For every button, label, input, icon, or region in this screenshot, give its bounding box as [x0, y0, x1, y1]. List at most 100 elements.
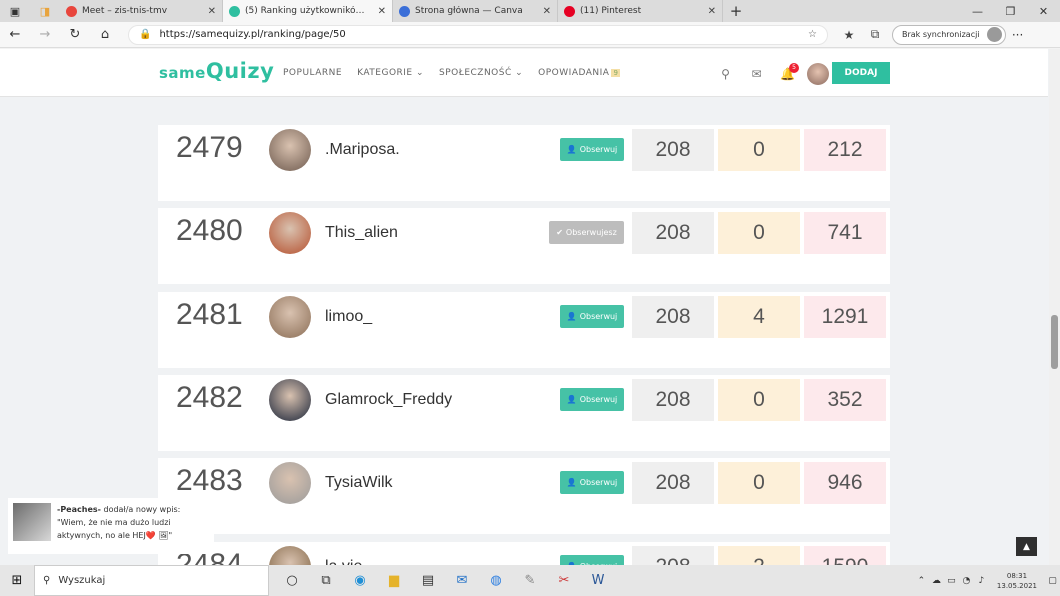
scroll-to-top-button[interactable]: ▲: [1016, 537, 1037, 556]
logo-prefix: same: [159, 64, 206, 82]
user-avatar[interactable]: [269, 379, 311, 421]
close-window-button[interactable]: ✕: [1027, 5, 1060, 18]
scrollbar-thumb[interactable]: [1051, 315, 1058, 369]
home-button[interactable]: ⌂: [90, 27, 120, 42]
username-link[interactable]: limoo_: [325, 308, 372, 326]
main-menu: POPULARNE KATEGORIE ⌄ SPOŁECZNOŚĆ ⌄ OPOWIAD…: [283, 68, 621, 78]
tab-close-icon[interactable]: ✕: [208, 6, 216, 17]
tray-chevron-icon[interactable]: ⌃: [914, 576, 929, 586]
back-button[interactable]: ←: [0, 27, 30, 42]
chrome-icon[interactable]: ◍: [479, 573, 513, 588]
stat-points: 1590: [804, 546, 886, 565]
browser-tab[interactable]: Meet – zis-tnis-tmv ✕: [60, 0, 223, 22]
battery-icon[interactable]: ▭: [944, 576, 959, 586]
site-header: sameQuizy POPULARNE KATEGORIE ⌄ SPOŁECZNOŚ…: [0, 49, 1048, 97]
ranking-row: 2481 limoo_ 👤 Obserwuj 208 4 1291: [158, 292, 890, 368]
clock[interactable]: 08:31 13.05.2021: [997, 571, 1037, 591]
user-plus-icon: 👤: [566, 145, 577, 154]
user-avatar[interactable]: [269, 129, 311, 171]
forward-button[interactable]: →: [30, 27, 60, 42]
menu-item-label: OPOWIADANIA: [538, 68, 610, 78]
tab-actions-icon[interactable]: ▣: [0, 0, 30, 22]
ranking-row: 2479 .Mariposa. 👤 Obserwuj 208 0 212: [158, 125, 890, 201]
network-icon[interactable]: ◔: [959, 576, 974, 586]
collections-icon[interactable]: ⧉: [862, 27, 888, 42]
user-avatar[interactable]: [269, 212, 311, 254]
menu-item[interactable]: OPOWIADANIA 9: [538, 68, 621, 78]
follow-button[interactable]: 👤Obserwuj: [560, 388, 624, 411]
site-logo[interactable]: sameQuizy: [159, 59, 274, 83]
edge-icon[interactable]: ◉: [343, 573, 377, 588]
follow-label: Obserwuj: [579, 145, 618, 154]
username-link[interactable]: .Mariposa.: [325, 141, 400, 159]
follow-label: Obserwuj: [579, 312, 618, 321]
follow-button[interactable]: 👤Obserwuj: [560, 555, 624, 565]
sync-label: Brak synchronizacji: [902, 30, 980, 39]
follow-button[interactable]: 👤Obserwuj: [560, 305, 624, 328]
bell-icon[interactable]: 🔔 5: [772, 63, 803, 81]
tab-title: (5) Ranking użytkowników | stro: [245, 6, 372, 16]
username-link[interactable]: la vie: [325, 558, 362, 565]
stat-stories: 0: [718, 379, 800, 421]
action-center-icon[interactable]: ▢: [1045, 576, 1060, 586]
menu-item[interactable]: POPULARNE: [283, 68, 342, 78]
tab-close-icon[interactable]: ✕: [708, 6, 716, 17]
onedrive-icon[interactable]: ☁: [929, 576, 944, 586]
user-avatar[interactable]: [269, 296, 311, 338]
activity-notification[interactable]: -Peaches- dodał/a nowy wpis: "Wiem, że n…: [8, 498, 214, 554]
browser-tab[interactable]: Strona główna — Canva ✕: [393, 0, 558, 22]
menu-badge: 9: [611, 69, 621, 77]
follow-button[interactable]: ✔ Obserwujesz: [549, 221, 624, 244]
word-icon[interactable]: W: [581, 573, 615, 588]
minimize-button[interactable]: —: [961, 5, 994, 18]
page-scrollbar[interactable]: [1049, 49, 1060, 565]
maximize-button[interactable]: ❐: [994, 5, 1027, 18]
stat-quizzes: 208: [632, 296, 714, 338]
rank-number: 2479: [176, 131, 243, 164]
sync-button[interactable]: Brak synchronizacji: [892, 24, 1006, 45]
favorites-icon[interactable]: ★: [836, 28, 862, 42]
username-link[interactable]: This_alien: [325, 224, 398, 242]
snip-icon[interactable]: ✂: [547, 573, 581, 588]
system-tray: ⌃ ☁ ▭ ◔ ♪ 08:31 13.05.2021 ▢: [914, 571, 1060, 591]
file-explorer-icon[interactable]: ▆: [377, 573, 411, 588]
browser-tab[interactable]: (5) Ranking użytkowników | stro ✕: [223, 0, 393, 22]
user-avatar[interactable]: [269, 546, 311, 565]
tab-close-icon[interactable]: ✕: [543, 6, 551, 17]
collections-icon[interactable]: ◨: [30, 0, 60, 22]
follow-button[interactable]: 👤Obserwuj: [560, 138, 624, 161]
user-avatar[interactable]: [269, 462, 311, 504]
menu-item-label: SPOŁECZNOŚĆ ⌄: [439, 68, 524, 78]
stat-points: 946: [804, 462, 886, 504]
menu-item[interactable]: KATEGORIE ⌄: [357, 68, 424, 78]
paint-icon[interactable]: ✎: [513, 573, 547, 588]
task-view-icon[interactable]: ⧉: [309, 573, 343, 588]
new-tab-button[interactable]: +: [723, 2, 749, 20]
taskbar-search[interactable]: ⚲ Wyszukaj: [34, 565, 269, 596]
store-icon[interactable]: ▤: [411, 573, 445, 588]
favorite-star-icon[interactable]: ☆: [808, 29, 817, 40]
refresh-button[interactable]: ↻: [60, 27, 90, 42]
add-button[interactable]: DODAJ: [832, 62, 890, 84]
mail-app-icon[interactable]: ✉: [445, 573, 479, 588]
volume-icon[interactable]: ♪: [974, 576, 989, 586]
stat-stories: 2: [718, 546, 800, 565]
tab-close-icon[interactable]: ✕: [378, 6, 386, 17]
username-link[interactable]: TysiaWilk: [325, 474, 393, 492]
browser-tab[interactable]: (11) Pinterest ✕: [558, 0, 723, 22]
more-menu-icon[interactable]: ···: [1006, 28, 1030, 42]
search-icon[interactable]: ⚲: [710, 67, 741, 81]
follow-button[interactable]: 👤Obserwuj: [560, 471, 624, 494]
windows-start-icon[interactable]: ⊞: [0, 573, 34, 588]
stat-points: 212: [804, 129, 886, 171]
cortana-icon[interactable]: ○: [275, 573, 309, 588]
tab-favicon: [229, 5, 240, 17]
stat-stories: 4: [718, 296, 800, 338]
clock-date: 13.05.2021: [996, 581, 1037, 590]
url-field[interactable]: 🔒 https://samequizy.pl/ranking/page/50 ☆: [128, 24, 828, 45]
mail-icon[interactable]: ✉: [741, 67, 772, 81]
username-link[interactable]: Glamrock_Freddy: [325, 391, 452, 409]
clock-time: 08:31: [1006, 571, 1028, 580]
menu-item[interactable]: SPOŁECZNOŚĆ ⌄: [439, 68, 523, 78]
user-avatar[interactable]: [807, 63, 829, 85]
